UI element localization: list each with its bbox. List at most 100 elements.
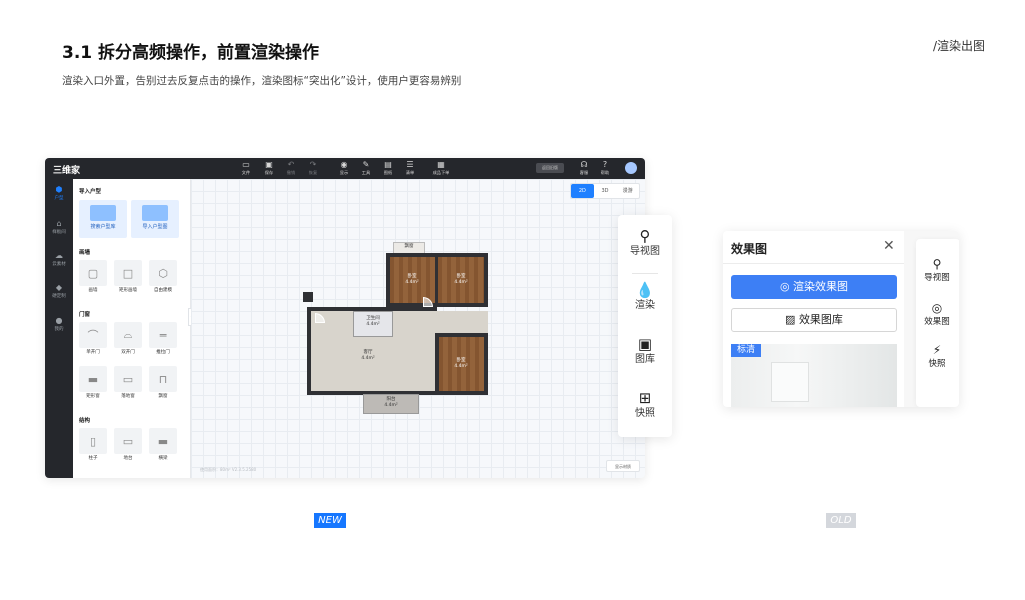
render-thumbnail[interactable]: 标清	[731, 344, 897, 407]
toolbar-label: 显示	[339, 170, 349, 175]
nav-item-mine[interactable]: ● 我的	[45, 316, 73, 333]
floor-window-icon: ▭	[114, 366, 142, 392]
app-logo: 三维家	[53, 166, 81, 176]
guide-view-button[interactable]: ⚲ 导视图	[916, 257, 958, 284]
room-label-bedroom: 卧室 4.4m²	[454, 358, 468, 369]
room-label-bedroom: 卧室 4.4m²	[405, 274, 419, 285]
tile-label: 横梁	[158, 456, 168, 461]
tile-label: 柱子	[88, 456, 98, 461]
view-walk-button[interactable]: 漫游	[616, 184, 639, 198]
hallway	[432, 311, 488, 333]
rect-window-tile[interactable]: ▬ 矩形窗	[78, 366, 108, 401]
customer-service-button[interactable]: ☊ 客服	[573, 160, 595, 176]
toolbar-label: 清单	[405, 170, 415, 175]
cube-icon: ⬢	[55, 185, 63, 194]
bay-window-icon: ⊓	[149, 366, 177, 392]
room-label-living: 客厅 4.4m²	[361, 350, 375, 361]
droplet-icon: 💧	[635, 281, 655, 299]
nav-item-showroom[interactable]: ⌂ 样板间	[45, 219, 73, 236]
new-tag: NEW	[314, 513, 346, 528]
nav-label: 样板间	[52, 230, 66, 235]
toolbar-label: 工具	[361, 170, 371, 175]
sliding-door-tile[interactable]: ═ 推拉门	[148, 322, 178, 357]
new-app-window: 三维家 ▭ 文件 ▣ 保存 ↶ 撤销 ↷ 恢复 ◉ 显示 ✎ 工具 ▤ 图纸 ☰ 清单 ▦ 成品下…	[45, 158, 645, 478]
column-tile[interactable]: ▯ 柱子	[78, 428, 108, 463]
render-image-side-button[interactable]: ◎ 效果图	[916, 301, 958, 328]
material-display-button[interactable]: 显示材质	[606, 460, 640, 472]
snapshot-button[interactable]: ⚡ 快照	[916, 343, 958, 370]
import-floorplan-button[interactable]: 导入户型图	[131, 200, 179, 238]
toolbar-list-button[interactable]: ☰ 清单	[399, 160, 421, 176]
snapshot-button[interactable]: ⊞ 快照	[618, 389, 672, 421]
render-gallery-button[interactable]: ▨ 效果图库	[731, 308, 897, 332]
toolbar-label: 图库	[635, 354, 655, 365]
bay-window-tile[interactable]: ⊓ 飘窗	[148, 366, 178, 401]
free-model-tile[interactable]: ⬡ 自由建模	[148, 260, 178, 295]
old-side-toolbar: ⚲ 导视图 ◎ 效果图 ⚡ 快照	[916, 239, 959, 407]
toolbar-display-button[interactable]: ◉ 显示	[333, 160, 355, 176]
view-3d-button[interactable]: 3D	[594, 184, 617, 198]
search-floorplan-icon	[90, 205, 116, 221]
guide-view-button[interactable]: ⚲ 导视图	[618, 227, 672, 259]
nav-label: 云素材	[52, 262, 66, 267]
gallery-icon: ▣	[637, 335, 653, 353]
toolbar-tool-button[interactable]: ✎ 工具	[355, 160, 377, 176]
tile-label: 搜索户型库	[90, 224, 116, 230]
platform-tile[interactable]: ▭ 地台	[113, 428, 143, 463]
nav-item-cloud[interactable]: ☁ 云素材	[45, 251, 73, 268]
avatar[interactable]	[625, 162, 637, 174]
search-floorplan-button[interactable]: 搜索户型库	[79, 200, 127, 238]
undo-icon: ↶	[287, 160, 295, 169]
old-tag: OLD	[826, 513, 856, 528]
single-door-tile[interactable]: ⌒ 单开门	[78, 322, 108, 357]
toolbar-file-button[interactable]: ▭ 文件	[235, 160, 257, 176]
render-image-button[interactable]: ◎ 渲染效果图	[731, 275, 897, 299]
custom-icon: ◆	[55, 283, 63, 292]
toolbar-label: 效果图	[924, 317, 950, 327]
toolbar-label: 渲染	[635, 300, 655, 311]
render-dialog: 效果图 ✕ ◎ 渲染效果图 ▨ 效果图库 标清	[723, 231, 904, 407]
camera-icon: ◎	[779, 280, 794, 293]
tile-label: 推拉门	[156, 350, 170, 355]
camera-icon: ◎	[931, 301, 943, 315]
tile-label: 飘窗	[158, 394, 168, 399]
toolbar-undo-button[interactable]: ↶ 撤销	[280, 160, 302, 176]
close-icon[interactable]: ✕	[883, 238, 895, 254]
double-door-tile[interactable]: ⌓ 双开门	[113, 322, 143, 357]
toolbar-drawing-button[interactable]: ▤ 图纸	[377, 160, 399, 176]
floor-plan[interactable]: 飘窗 卧室 4.4m² 卧室 4.4m² 客厅 4.4m² 卫生间 4.4m² …	[303, 240, 493, 415]
toolbar-redo-button[interactable]: ↷ 恢复	[302, 160, 324, 176]
nav-label: 我的	[54, 327, 64, 332]
toolbar-label: 恢复	[308, 170, 318, 175]
beam-tile[interactable]: ▬ 横梁	[148, 428, 178, 463]
nav-item-custom[interactable]: ◆ 硬定制	[45, 283, 73, 300]
cube-model-icon: ⬡	[149, 260, 177, 286]
draw-wall-tile[interactable]: ▢ 画墙	[78, 260, 108, 295]
help-button[interactable]: ? 帮助	[594, 160, 616, 176]
import-floorplan-icon	[142, 205, 168, 221]
toolbar-label: 帮助	[600, 170, 610, 175]
divider	[632, 273, 658, 274]
section-title: 导入户型	[79, 189, 102, 195]
component-panel: 导入户型 搜索户型库 导入户型图 画墙 ▢ 画墙 □ 矩形画墙 ⬡ 自由建模 门窗 ⌒…	[73, 179, 191, 478]
rect-wall-icon: □	[114, 260, 142, 286]
button-label: 渲染效果图	[793, 280, 849, 293]
tile-label: 矩形窗	[86, 394, 100, 399]
back-old-version-button[interactable]: 返回旧版	[536, 163, 564, 173]
toolbar-order-button[interactable]: ▦ 成品下单	[427, 160, 455, 176]
entrance-pillar	[303, 292, 313, 302]
view-2d-button[interactable]: 2D	[571, 184, 594, 198]
floor-window-tile[interactable]: ▭ 落地窗	[113, 366, 143, 401]
page-subtitle: 渲染入口外置，告别过去反复点击的操作，渲染图标“突出化”设计，使用户更容易辨别	[62, 75, 462, 87]
toolbar-save-button[interactable]: ▣ 保存	[258, 160, 280, 176]
nav-item-floorplan[interactable]: ⬢ 户型	[45, 185, 73, 202]
toolbar-label: 成品下单	[432, 170, 450, 175]
image-icon: ▨	[785, 313, 799, 326]
map-pin-icon: ⚲	[932, 257, 942, 271]
render-button[interactable]: 💧 渲染	[618, 281, 672, 313]
tile-label: 地台	[123, 456, 133, 461]
room-label-bath: 卫生间 4.4m²	[366, 316, 380, 327]
snapshot-icon: ⊞	[638, 389, 652, 407]
rect-wall-tile[interactable]: □ 矩形画墙	[113, 260, 143, 295]
gallery-button[interactable]: ▣ 图库	[618, 335, 672, 367]
